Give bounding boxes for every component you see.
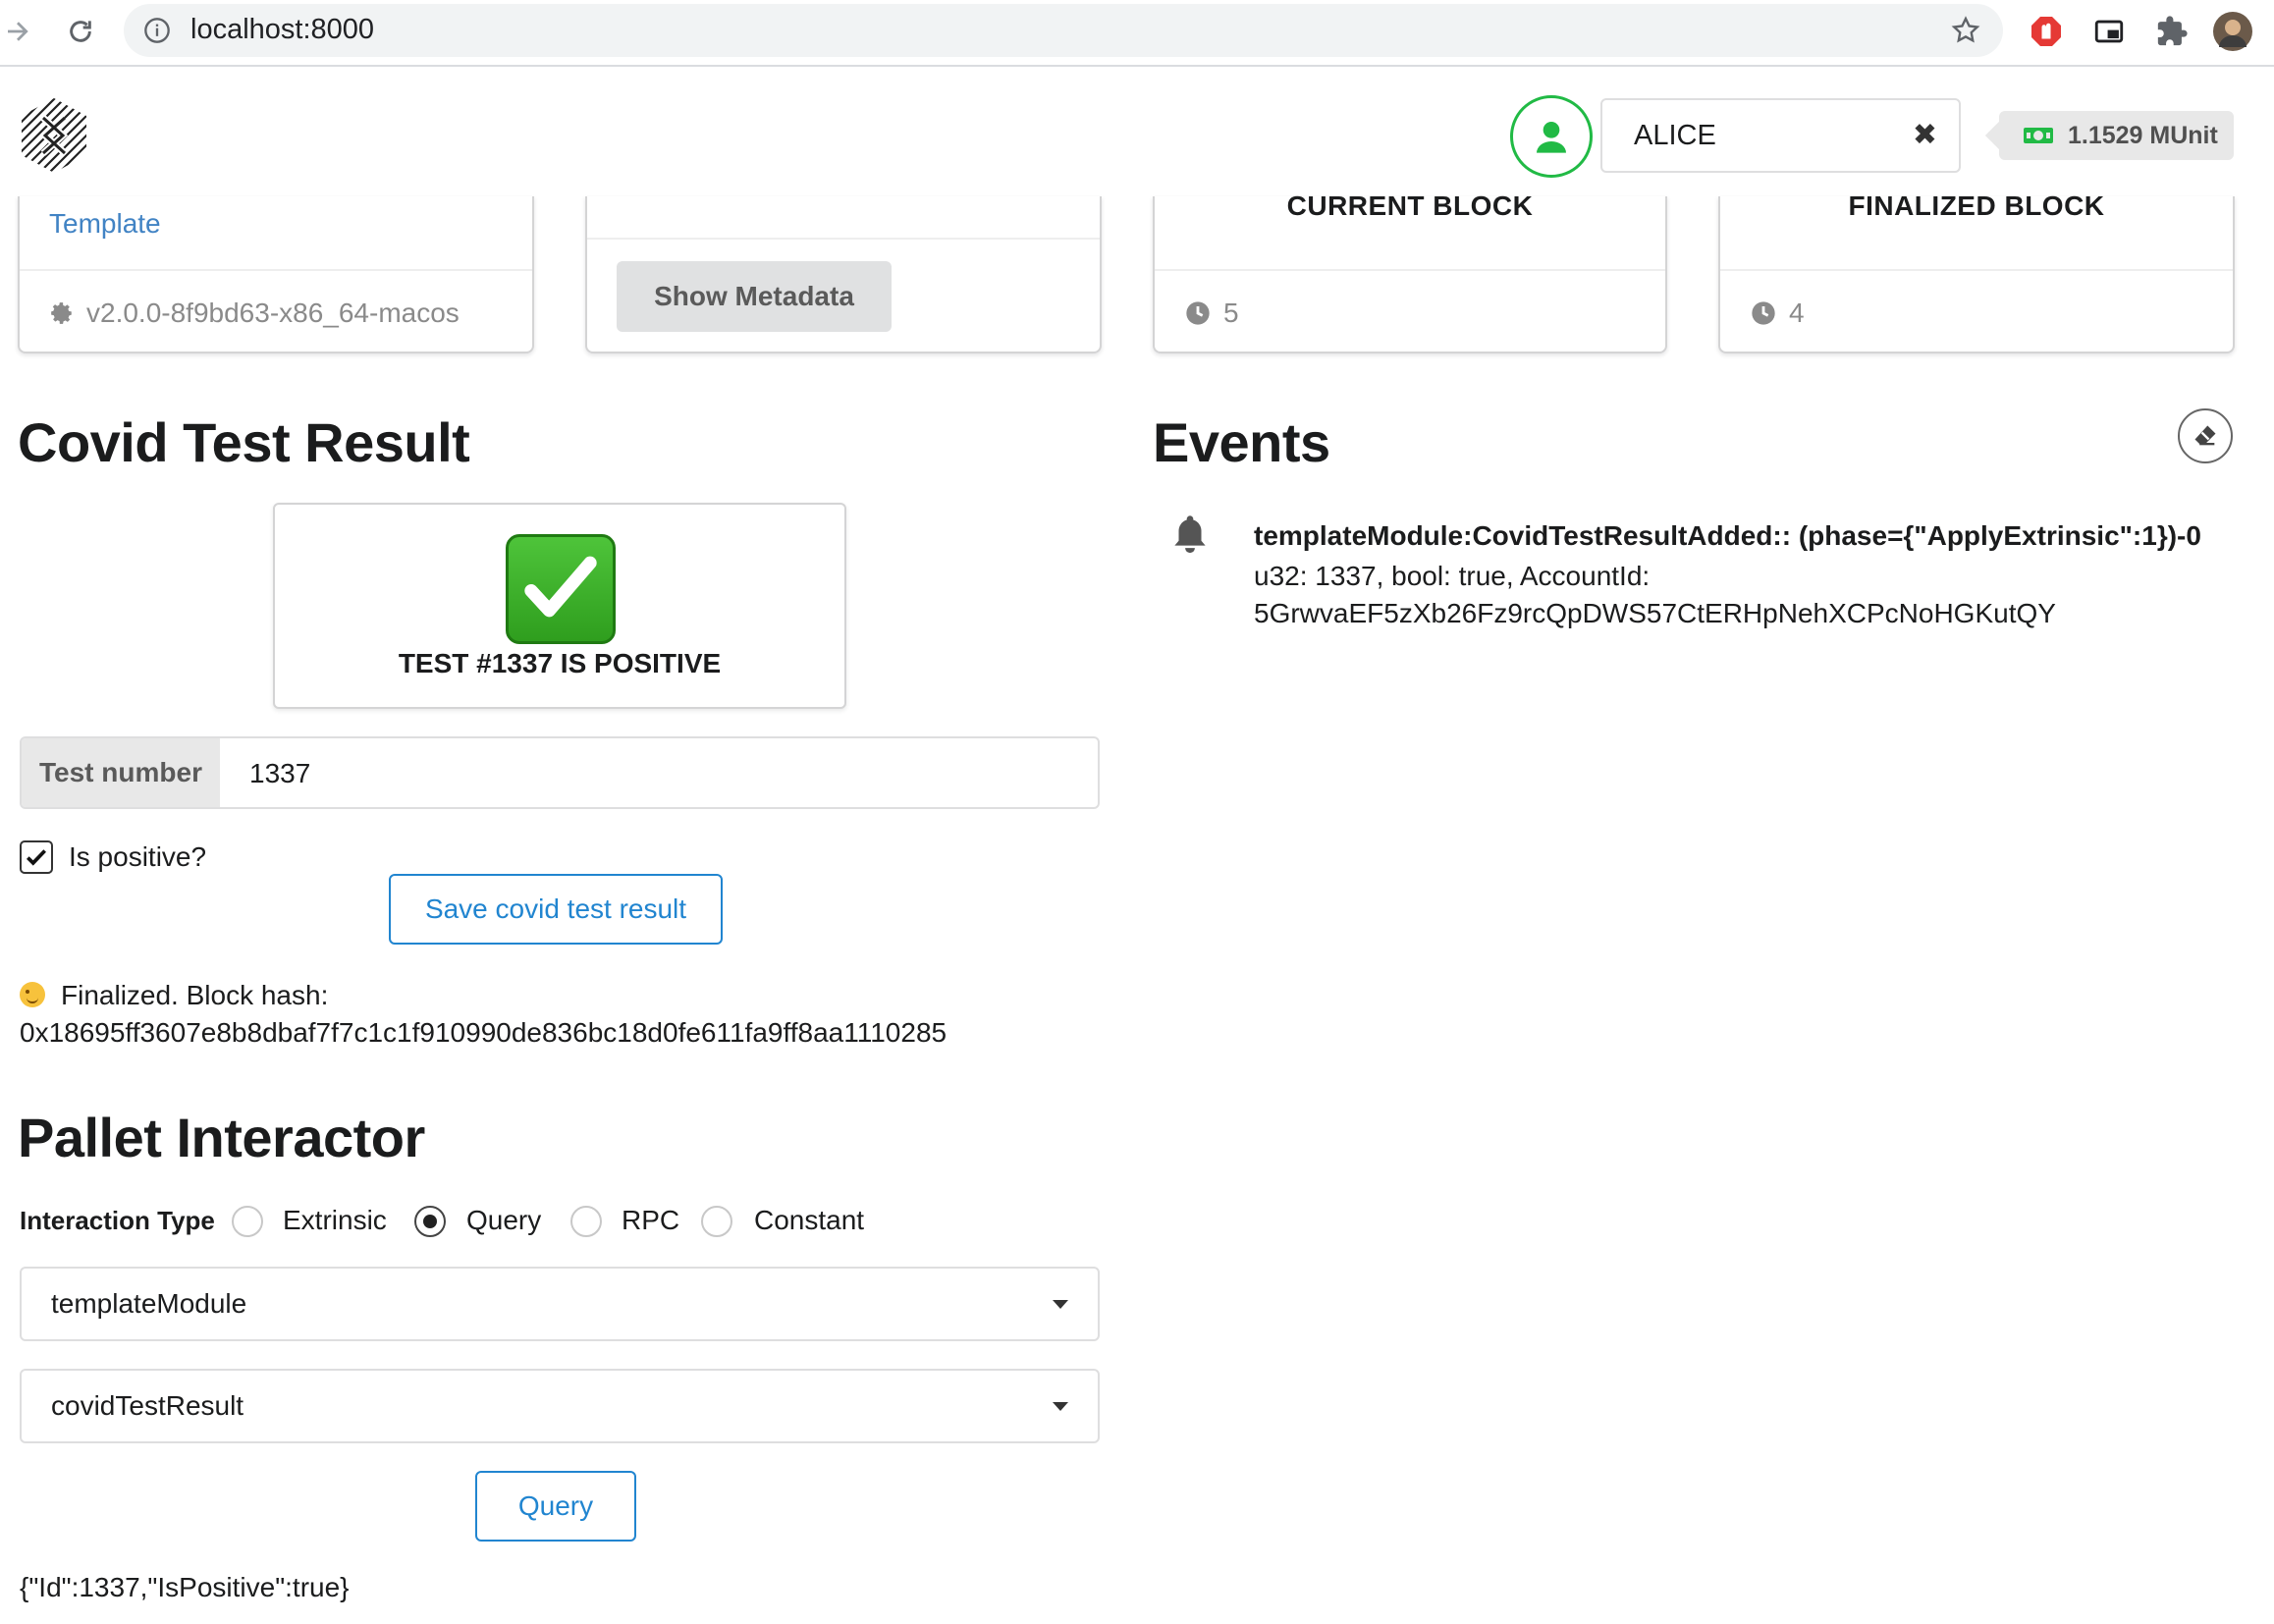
money-icon <box>2024 128 2053 143</box>
status-message: Finalized. Block hash: <box>61 980 329 1010</box>
event-account-id: 5GrwvaEF5zXb26Fz9rcQpDWS57CtERHpNehXCPcN… <box>1254 598 2056 628</box>
clear-events-button[interactable] <box>2178 408 2233 463</box>
node-version: v2.0.0-8f9bd63-x86_64-macos <box>49 298 460 329</box>
test-number-field[interactable]: Test number 1337 <box>20 736 1100 809</box>
substrate-logo <box>18 96 90 175</box>
is-positive-label: Is positive? <box>69 841 207 872</box>
balance-label: 1.1529 MUnit <box>1984 111 2234 160</box>
extensions-puzzle-icon[interactable] <box>2152 12 2192 51</box>
event-title: templateModule:CovidTestResultAdded:: (p… <box>1254 520 2201 551</box>
current-block-value: 5 <box>1223 298 1239 328</box>
interaction-type-label: Interaction Type <box>20 1206 215 1235</box>
caret-down-icon <box>1053 1300 1068 1309</box>
bell-icon <box>1170 513 1210 558</box>
block-hash: 0x18695ff3607e8b8dbaf7f7c1c1f910990de836… <box>20 1017 948 1048</box>
picture-in-picture-icon[interactable] <box>2089 12 2129 51</box>
card-divider <box>587 238 1100 240</box>
is-positive-checkbox[interactable] <box>20 840 53 874</box>
copy-address-button[interactable] <box>1510 95 1593 178</box>
radio-extrinsic[interactable] <box>232 1206 263 1237</box>
current-block-meta: 5 <box>1184 298 1239 329</box>
forward-icon[interactable] <box>0 10 39 53</box>
clock-icon <box>1752 301 1775 325</box>
current-block-card: CURRENT BLOCK 5 <box>1153 190 1667 353</box>
radio-query[interactable] <box>414 1206 446 1237</box>
radio-extrinsic-label[interactable]: Extrinsic <box>283 1205 387 1236</box>
card-divider <box>1720 269 2233 271</box>
radio-rpc-label[interactable]: RPC <box>622 1205 679 1236</box>
pallet-dropdown-value: templateModule <box>51 1288 247 1319</box>
adblock-extension-icon[interactable] <box>2027 12 2066 51</box>
radio-query-label[interactable]: Query <box>466 1205 541 1236</box>
callable-dropdown[interactable]: covidTestResult <box>20 1369 1100 1443</box>
profile-avatar[interactable] <box>2213 12 2252 51</box>
show-metadata-button[interactable]: Show Metadata <box>617 261 892 332</box>
pallet-section-title: Pallet Interactor <box>18 1107 425 1168</box>
clear-account-icon[interactable]: ✖ <box>1913 118 1937 152</box>
balance-value: 1.1529 MUnit <box>2068 122 2218 149</box>
callable-dropdown-value: covidTestResult <box>51 1390 244 1421</box>
finalized-block-title: FINALIZED BLOCK <box>1848 190 2105 221</box>
radio-constant[interactable] <box>701 1206 732 1237</box>
caret-down-icon <box>1053 1402 1068 1411</box>
url-text[interactable]: localhost:8000 <box>190 14 374 46</box>
card-divider <box>20 269 532 271</box>
save-covid-result-button[interactable]: Save covid test result <box>389 874 723 945</box>
covid-section-title: Covid Test Result <box>18 411 470 473</box>
test-number-label: Test number <box>22 738 220 807</box>
events-section-title: Events <box>1153 411 1330 473</box>
current-block-title: CURRENT BLOCK <box>1286 190 1534 221</box>
radio-constant-label[interactable]: Constant <box>754 1205 864 1236</box>
card-divider <box>1155 269 1665 271</box>
test-result-text: TEST #1337 IS POSITIVE <box>398 648 722 678</box>
account-select[interactable]: ALICE ✖ <box>1600 98 1961 173</box>
gear-icon <box>51 302 72 324</box>
pallet-dropdown[interactable]: templateModule <box>20 1267 1100 1341</box>
check-mark-icon <box>506 534 616 644</box>
info-icon[interactable] <box>143 17 171 44</box>
node-info-card: Template v2.0.0-8f9bd63-x86_64-macos <box>18 196 534 353</box>
test-result-card: TEST #1337 IS POSITIVE <box>273 503 846 709</box>
eraser-icon <box>2194 425 2216 446</box>
event-body: u32: 1337, bool: true, AccountId: 5Grwva… <box>1254 558 2056 632</box>
transaction-status: Finalized. Block hash: 0x18695ff3607e8b8… <box>20 977 947 1052</box>
address-bar[interactable]: localhost:8000 <box>124 4 2003 57</box>
bookmark-star-icon[interactable] <box>1950 15 1981 46</box>
wink-emoji-icon <box>20 982 45 1007</box>
test-number-input[interactable]: 1337 <box>249 758 310 789</box>
query-result: {"Id":1337,"IsPositive":true} <box>20 1572 350 1602</box>
radio-rpc[interactable] <box>570 1206 602 1237</box>
finalized-block-value: 4 <box>1789 298 1805 328</box>
reload-icon[interactable] <box>59 10 102 53</box>
clock-icon <box>1186 301 1210 325</box>
checkmark-icon <box>27 849 46 866</box>
metadata-card: Show Metadata <box>585 196 1102 353</box>
finalized-block-meta: 4 <box>1750 298 1805 329</box>
query-button[interactable]: Query <box>475 1471 636 1542</box>
node-version-text: v2.0.0-8f9bd63-x86_64-macos <box>86 298 460 328</box>
browser-toolbar: localhost:8000 <box>0 0 2274 67</box>
node-template-link[interactable]: Template <box>49 208 161 240</box>
account-name: ALICE <box>1634 120 1716 151</box>
finalized-block-card: FINALIZED BLOCK 4 <box>1718 190 2235 353</box>
event-data-line: u32: 1337, bool: true, AccountId: <box>1254 561 1651 591</box>
user-icon <box>1537 122 1566 153</box>
